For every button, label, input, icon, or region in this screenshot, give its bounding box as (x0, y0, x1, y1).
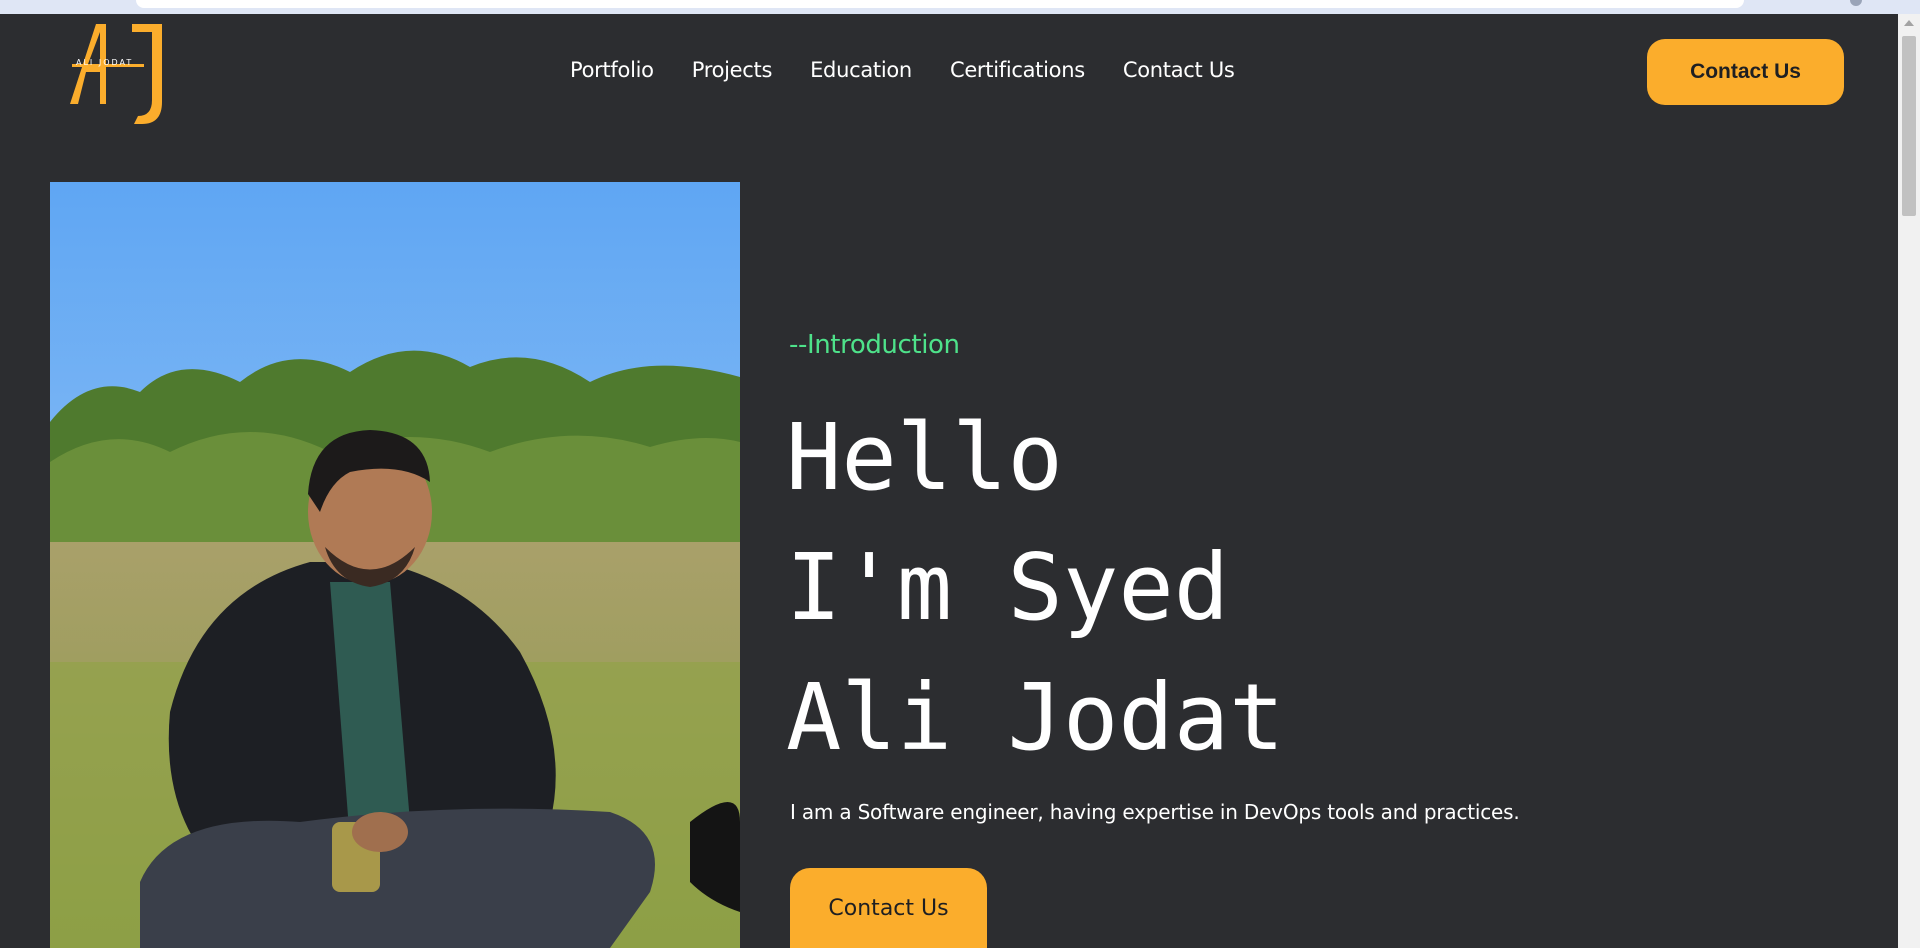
hero-contact-button[interactable]: Contact Us (790, 868, 987, 948)
main-nav: Portfolio Projects Education Certificati… (570, 58, 1273, 82)
nav-item-contact-us[interactable]: Contact Us (1123, 58, 1235, 82)
hero-title-line-3: Ali Jodat (786, 664, 1285, 771)
scrollbar-thumb[interactable] (1902, 36, 1916, 216)
intro-label: --Introduction (789, 330, 960, 360)
browser-address-bar[interactable] (136, 0, 1744, 8)
scroll-up-arrow-icon[interactable] (1904, 20, 1914, 26)
hero-description: I am a Software engineer, having experti… (790, 800, 1520, 824)
hero-title-line-2: I'm Syed (786, 534, 1230, 641)
hero-title-line-1: Hello (786, 404, 1063, 511)
nav-item-projects[interactable]: Projects (692, 58, 773, 82)
header-contact-button[interactable]: Contact Us (1647, 39, 1844, 105)
browser-top-strip (0, 0, 1920, 14)
site-logo[interactable]: ALI JODAT (70, 24, 166, 124)
hero-title: Hello I'm Syed Ali Jodat (786, 393, 1285, 783)
logo-text: ALI JODAT (76, 58, 134, 67)
nav-item-certifications[interactable]: Certifications (950, 58, 1085, 82)
aj-monogram-logo-icon (70, 24, 162, 124)
page-scrollbar[interactable] (1898, 14, 1920, 948)
browser-profile-icon[interactable] (1850, 0, 1862, 6)
nav-item-portfolio[interactable]: Portfolio (570, 58, 654, 82)
nav-item-education[interactable]: Education (810, 58, 912, 82)
hero-photo (50, 182, 740, 948)
portrait-photo-icon (50, 182, 740, 948)
